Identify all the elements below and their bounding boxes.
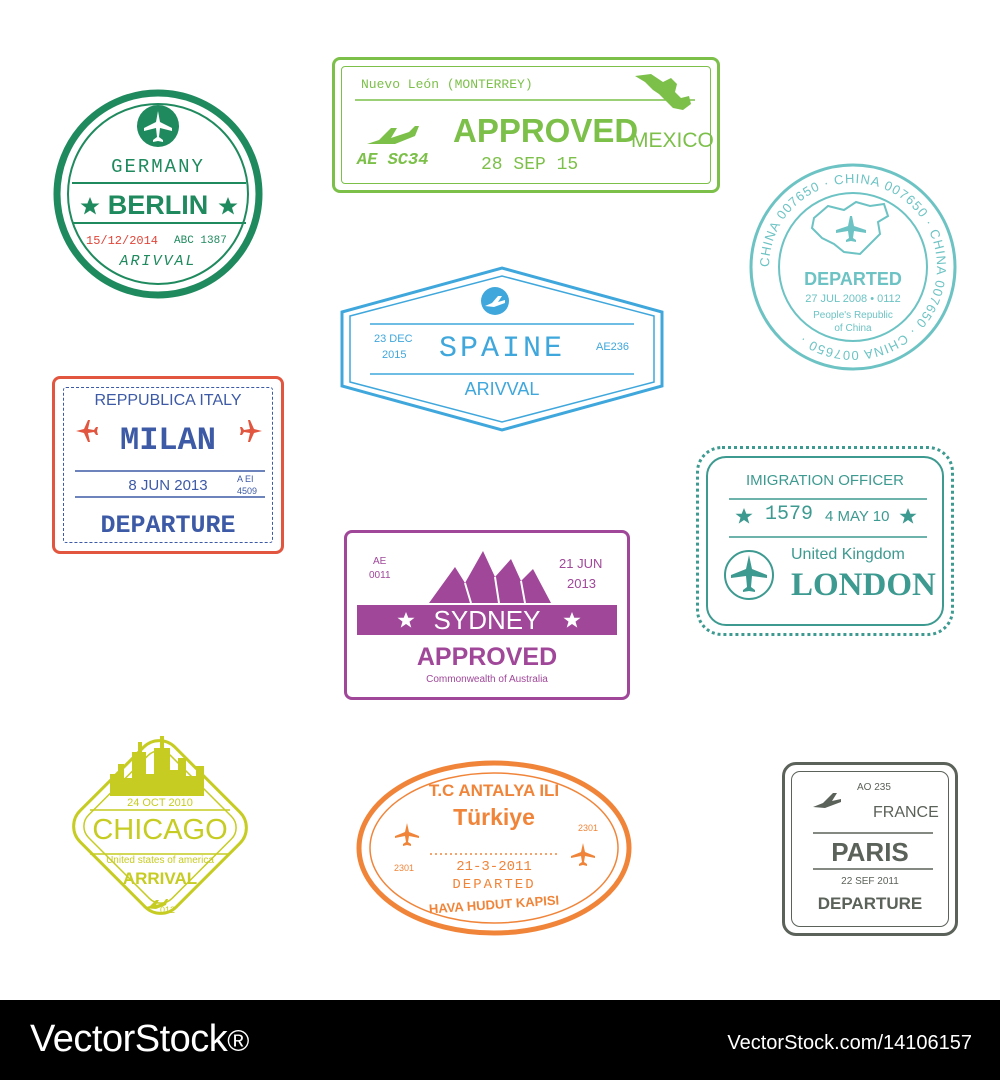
stamp-turkey-code-right: 2301 — [578, 823, 599, 833]
stamp-chicago-country: United states of america — [106, 855, 214, 866]
stamp-turkey-status: DEPARTED — [452, 877, 536, 893]
plane-icon — [813, 793, 841, 808]
plane-icon — [395, 823, 419, 846]
stamp-paris-code: AO 235 — [857, 782, 891, 793]
stamp-sydney-date-line1: 21 JUN — [559, 556, 603, 571]
stamp-london-country: United Kingdom — [791, 546, 905, 563]
stamp-turkey-date: 21-3-2011 — [456, 859, 532, 875]
footer-brand-registered: ® — [227, 1025, 249, 1058]
stamp-paris-type: DEPARTURE — [817, 894, 923, 913]
stamp-sydney-date-line2: 2013 — [567, 576, 596, 591]
stamp-chicago-city: CHICAGO — [92, 814, 228, 846]
stamp-germany-berlin: GERMANY BERLIN 15/12/2014 ABC 1387 ARIVV… — [50, 88, 266, 300]
stamp-mexico-status: APPROVED — [453, 112, 639, 149]
opera-house-icon — [429, 551, 551, 604]
skyline-icon — [110, 736, 204, 796]
stamp-london-header: IMIGRATION OFFICER — [745, 472, 905, 489]
star-icon — [218, 197, 238, 215]
stamp-mexico-country: MEXICO — [631, 129, 714, 152]
stamp-london-number: 1579 — [765, 503, 814, 526]
stamp-italy-country: REPPUBLICA ITALY — [94, 392, 242, 409]
plane-icon — [367, 126, 419, 144]
stamp-spain-code: AE236 — [596, 341, 630, 353]
stamp-sydney-status: APPROVED — [416, 643, 558, 671]
stamp-france-paris: AO 235 FRANCE PARIS 22 SEF 2011 DEPARTUR… — [782, 762, 958, 936]
stamp-china: CHINA 007650 · CHINA 007650 · CHINA 0076… — [748, 162, 958, 372]
plane-icon — [240, 420, 262, 442]
stamp-london-date: 4 MAY 10 — [825, 508, 890, 525]
stamp-paris-country: FRANCE — [873, 804, 939, 821]
footer-bar: VectorStock® VectorStock.com/14106157 — [0, 1000, 1000, 1080]
stamp-spain: 23 DEC 2015 SPAINE AE236 ARIVVAL — [340, 266, 664, 432]
stamp-china-status: DEPARTED — [804, 269, 902, 289]
stamp-mexico: Nuevo León (MONTERREY) AE SC34 APPROVED … — [332, 57, 720, 193]
stamp-italy-code-line2: 4509 — [237, 486, 258, 496]
stamp-paris-date: 22 SEF 2011 — [841, 876, 899, 887]
plane-icon — [481, 287, 509, 315]
plane-icon — [137, 105, 179, 147]
stamp-sydney: AE 0011 21 JUN 2013 SYDNEY APPROVED Comm… — [344, 530, 630, 700]
stamp-italy-code-line1: A EI — [237, 474, 254, 484]
stamp-china-country-line2: of China — [834, 323, 872, 334]
stamp-london: IMIGRATION OFFICER 1579 4 MAY 10 United … — [696, 446, 954, 636]
stamp-sydney-country: Commonwealth of Australia — [426, 674, 548, 685]
stamp-london-rule2 — [729, 536, 927, 538]
star-icon — [735, 508, 753, 524]
stamp-chicago-date: 24 OCT 2010 — [127, 797, 193, 809]
footer-image-id: VectorStock.com/14106157 — [727, 1032, 972, 1054]
stamp-chicago-code: 012 — [160, 905, 176, 915]
stamp-sydney-code-line2: 0011 — [369, 570, 391, 581]
footer-brand: VectorStock® — [30, 1018, 249, 1061]
stamp-germany-type: ARIVVAL — [119, 253, 197, 270]
stamp-sydney-code-line1: AE — [373, 556, 387, 567]
footer-brand-name: VectorStock — [30, 1018, 228, 1060]
stamp-mexico-flight: AE SC34 — [357, 151, 429, 170]
stamp-turkey: T.C ANTALYA ILI Türkiye 2301 2301 21-3-2… — [356, 760, 632, 936]
stamp-italy-type: DEPARTURE — [100, 511, 236, 540]
stamp-china-frame: CHINA 007650 · CHINA 007650 · CHINA 0076… — [749, 163, 957, 371]
stamp-italy-milan: REPPUBLICA ITALY MILAN 8 JUN 2013 A EI 4… — [52, 376, 284, 554]
stamp-mexico-region: Nuevo León (MONTERREY) — [361, 77, 533, 92]
stamp-turkey-region: T.C ANTALYA ILI — [428, 781, 560, 800]
plane-icon — [724, 550, 774, 600]
stamp-paris-city: PARIS — [831, 837, 909, 867]
stamp-germany-code: ABC 1387 — [174, 235, 227, 247]
stamp-london-rule — [729, 498, 927, 500]
stamp-china-date: 27 JUL 2008 • 0112 — [805, 293, 901, 305]
star-icon — [563, 612, 581, 628]
stamp-chicago: 24 OCT 2010 CHICAGO United states of ame… — [50, 718, 270, 936]
stamp-germany-country: GERMANY — [111, 156, 205, 178]
stamp-china-country-line1: People's Republic — [813, 310, 893, 321]
stamp-mexico-date: 28 SEP 15 — [481, 155, 579, 175]
stamp-chicago-type: ARRIVAL — [122, 869, 198, 888]
star-icon — [899, 508, 917, 524]
stamp-london-city: LONDON — [791, 567, 936, 603]
stamp-spain-type: ARIVVAL — [464, 379, 540, 399]
stamp-sydney-city: SYDNEY — [433, 605, 541, 635]
map-icon — [810, 200, 890, 256]
map-icon — [635, 74, 691, 110]
stamp-germany-date: 15/12/2014 — [86, 234, 159, 248]
